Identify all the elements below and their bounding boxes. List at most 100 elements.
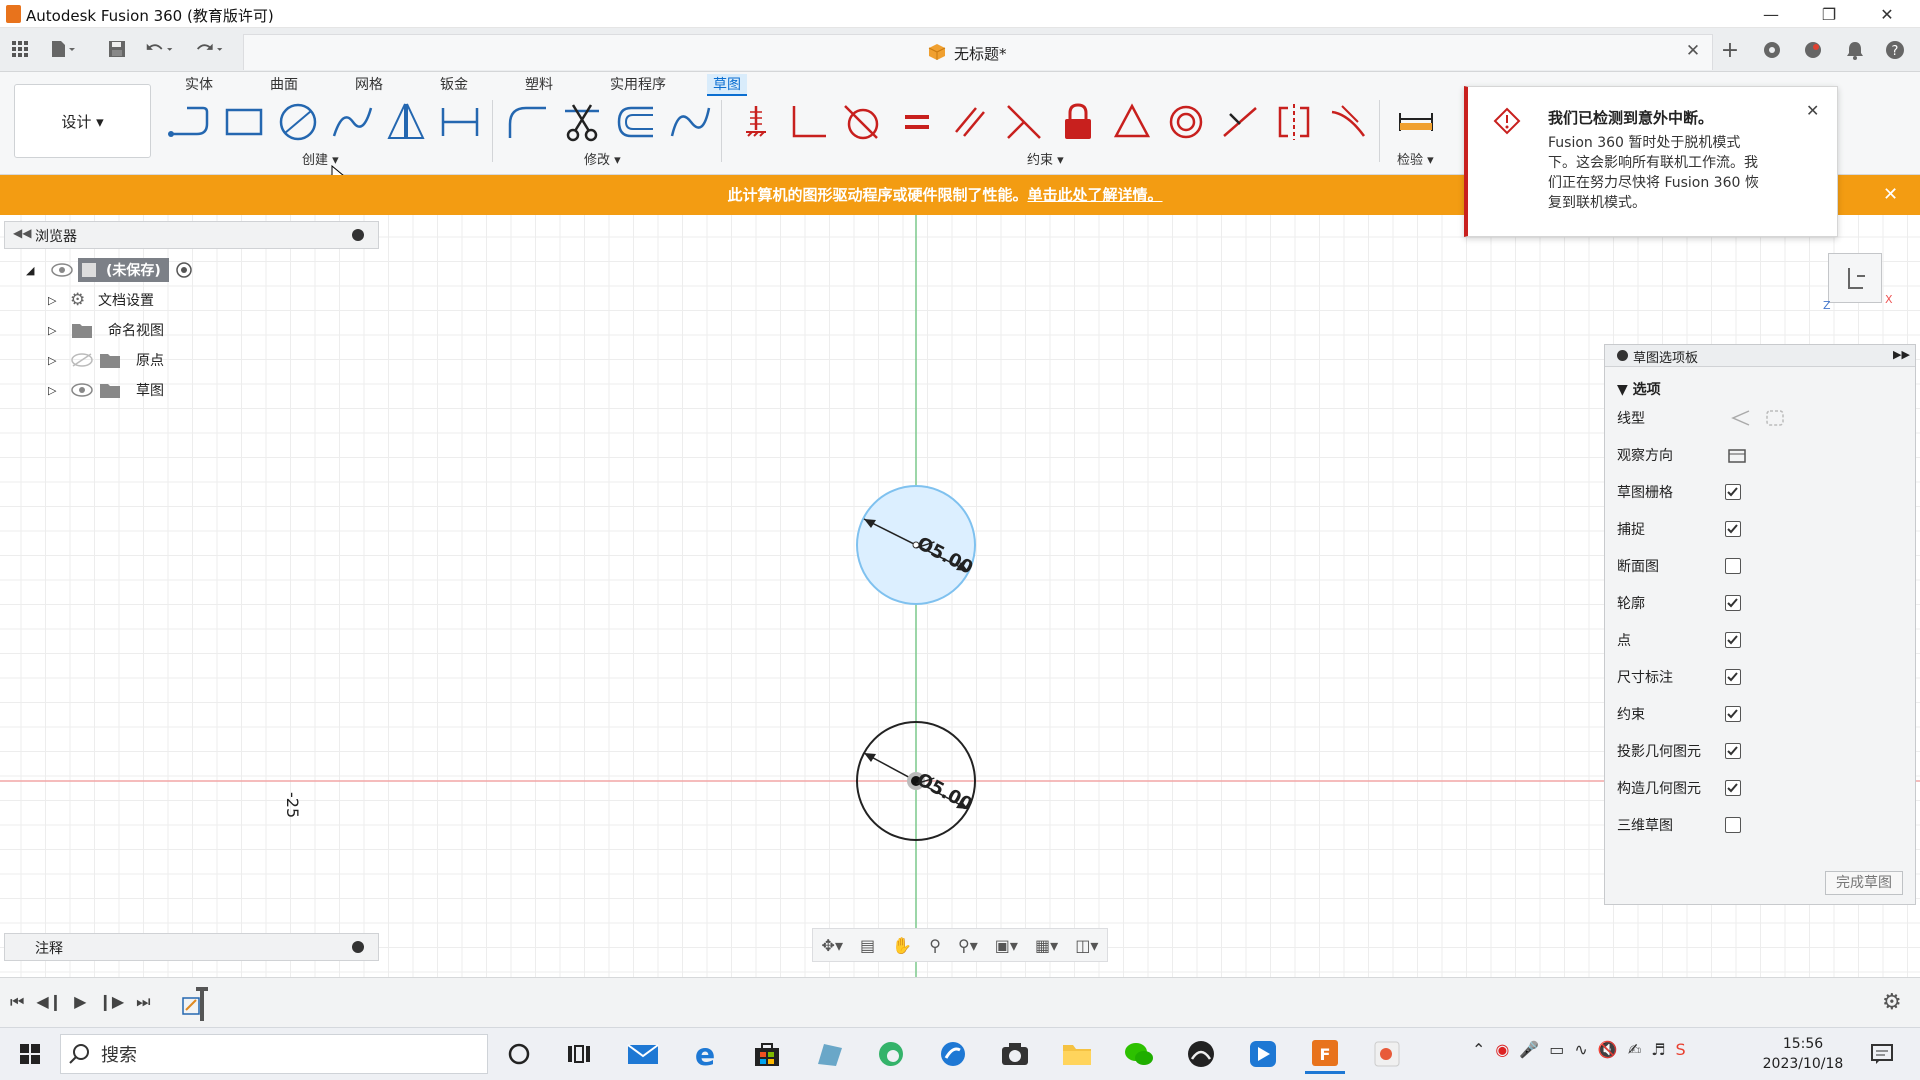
comments-panel-header[interactable]: 注释: [4, 933, 379, 961]
timeline-settings-gear-icon[interactable]: ⚙: [1882, 990, 1902, 1015]
powerpoint-icon[interactable]: [1367, 1034, 1407, 1074]
fillet-dimension-tool-icon[interactable]: [436, 98, 484, 146]
go-to-end-icon[interactable]: ⏭: [136, 992, 150, 1012]
constraints-group-label[interactable]: 约束 ▾: [1027, 149, 1064, 168]
projected-geometry-checkbox[interactable]: [1725, 743, 1741, 759]
tab-utilities[interactable]: 实用程序: [604, 74, 672, 96]
arc-tool-icon[interactable]: [328, 98, 376, 146]
save-icon[interactable]: [102, 34, 132, 64]
palette-row-construction-geometry[interactable]: 构造几何图元: [1617, 769, 1907, 806]
pen-icon[interactable]: ✍: [1628, 1040, 1641, 1059]
expand-arrow-icon[interactable]: ▷: [48, 354, 70, 367]
paper-app-icon[interactable]: [809, 1034, 849, 1074]
symmetry-triangle-icon[interactable]: [1108, 98, 1156, 146]
visibility-eye-icon[interactable]: [70, 382, 94, 398]
zoom-icon[interactable]: ⚲: [929, 936, 941, 955]
trim-scissors-icon[interactable]: [558, 98, 606, 146]
palette-row-snap[interactable]: 捕捉: [1617, 510, 1907, 547]
app-dark-circle-icon[interactable]: [1181, 1034, 1221, 1074]
play-icon[interactable]: ▶: [74, 992, 86, 1012]
palette-row-3d-sketch[interactable]: 三维草图: [1617, 806, 1907, 843]
redo-icon[interactable]: [195, 34, 225, 64]
grid-checkbox[interactable]: [1725, 484, 1741, 500]
file-explorer-icon[interactable]: [1057, 1034, 1097, 1074]
job-status-icon[interactable]: [1798, 35, 1828, 65]
volume-muted-icon[interactable]: 🔇: [1598, 1040, 1618, 1059]
fillet-tool-icon[interactable]: [503, 98, 551, 146]
snap-checkbox[interactable]: [1725, 521, 1741, 537]
line-tool-icon[interactable]: [165, 98, 213, 146]
tab-plastic[interactable]: 塑料: [519, 74, 559, 96]
modify-group-label[interactable]: 修改 ▾: [584, 149, 621, 168]
pan-hand-icon[interactable]: ✋: [892, 936, 912, 955]
palette-pin-icon[interactable]: [1617, 350, 1628, 361]
palette-row-projected-geometry[interactable]: 投影几何图元: [1617, 732, 1907, 769]
circle-tool-icon[interactable]: [274, 98, 322, 146]
symmetric-constraint-icon[interactable]: [1270, 98, 1318, 146]
expand-arrow-icon[interactable]: ▷: [48, 384, 70, 397]
tab-surface[interactable]: 曲面: [264, 74, 304, 96]
tree-item-named-views[interactable]: ▷ 命名视图: [26, 315, 195, 345]
offset-tool-icon[interactable]: [612, 98, 660, 146]
tray-expand-icon[interactable]: ⌃: [1472, 1040, 1485, 1059]
microphone-icon[interactable]: 🎤: [1519, 1040, 1539, 1059]
dimensions-checkbox[interactable]: [1725, 669, 1741, 685]
help-icon[interactable]: ?: [1880, 35, 1910, 65]
tree-root[interactable]: ◢ (未保存): [26, 255, 195, 285]
browser-panel-header[interactable]: ◀◀ 浏览器: [4, 221, 379, 249]
expand-arrow-icon[interactable]: ▷: [48, 294, 70, 307]
slice-checkbox[interactable]: [1725, 558, 1741, 574]
concentric-constraint-icon[interactable]: [1162, 98, 1210, 146]
palette-row-dimensions[interactable]: 尺寸标注: [1617, 658, 1907, 695]
clock[interactable]: 15:56 2023/10/18: [1758, 1034, 1848, 1074]
look-at-icon[interactable]: ▤: [860, 936, 875, 955]
close-notification-icon[interactable]: ✕: [1806, 101, 1819, 120]
tab-solid[interactable]: 实体: [179, 74, 219, 96]
palette-row-profile[interactable]: 轮廓: [1617, 584, 1907, 621]
linetype-construction-icon[interactable]: [1765, 409, 1785, 427]
linetype-normal-icon[interactable]: [1731, 409, 1751, 427]
view-cube[interactable]: [1828, 253, 1882, 303]
collapse-arrow-icon[interactable]: ◢: [26, 264, 50, 277]
go-to-start-icon[interactable]: ⏮: [10, 992, 24, 1012]
notifications-bell-icon[interactable]: [1840, 35, 1870, 65]
cortana-icon[interactable]: [499, 1034, 539, 1074]
wifi-icon[interactable]: ∿: [1574, 1040, 1587, 1059]
rectangle-tool-icon[interactable]: [220, 98, 268, 146]
inspect-group-label[interactable]: 检验 ▾: [1397, 149, 1434, 168]
app-grid-icon[interactable]: [5, 34, 35, 64]
tab-mesh[interactable]: 网格: [349, 74, 389, 96]
restore-button[interactable]: ❐: [1806, 0, 1852, 28]
windows-start-icon[interactable]: [10, 1034, 50, 1074]
expand-palette-icon[interactable]: ▶▶: [1893, 348, 1910, 361]
taskbar-search-box[interactable]: 搜索: [60, 1034, 488, 1074]
undo-icon[interactable]: [145, 34, 175, 64]
options-section-header[interactable]: ▼ 选项: [1617, 379, 1661, 399]
curvature-constraint-icon[interactable]: [1324, 98, 1372, 146]
tree-item-sketches[interactable]: ▷ 草图: [26, 375, 195, 405]
polygon-tool-icon[interactable]: [382, 98, 430, 146]
look-at-calendar-icon[interactable]: [1727, 447, 1747, 463]
minimize-button[interactable]: —: [1748, 0, 1794, 28]
tab-sketch[interactable]: 草图: [707, 74, 747, 96]
activate-radio-icon[interactable]: [173, 261, 195, 279]
close-tab-icon[interactable]: ✕: [1678, 36, 1708, 66]
fusion-taskbar-icon[interactable]: F: [1305, 1034, 1345, 1074]
sogou-input-icon[interactable]: S: [1676, 1040, 1686, 1059]
spline-tool-icon[interactable]: [666, 98, 714, 146]
palette-row-grid[interactable]: 草图栅格: [1617, 473, 1907, 510]
tree-item-origin[interactable]: ▷ 原点: [26, 345, 195, 375]
file-menu-icon[interactable]: [48, 34, 78, 64]
root-component[interactable]: (未保存): [78, 258, 169, 282]
mail-icon[interactable]: [623, 1034, 663, 1074]
coincident-constraint-icon[interactable]: [1000, 98, 1048, 146]
palette-row-constraints[interactable]: 约束: [1617, 695, 1907, 732]
tree-item-document-settings[interactable]: ▷ ⚙ 文档设置: [26, 285, 195, 315]
expand-arrow-icon[interactable]: ▷: [48, 324, 70, 337]
lock-constraint-icon[interactable]: [1054, 98, 1102, 146]
parallel-constraint-icon[interactable]: [946, 98, 994, 146]
blue-app-icon[interactable]: [1243, 1034, 1283, 1074]
measure-ruler-icon[interactable]: [1392, 98, 1440, 146]
sketch-timeline-marker-icon[interactable]: [180, 986, 210, 1022]
hidden-eye-icon[interactable]: [70, 352, 94, 368]
